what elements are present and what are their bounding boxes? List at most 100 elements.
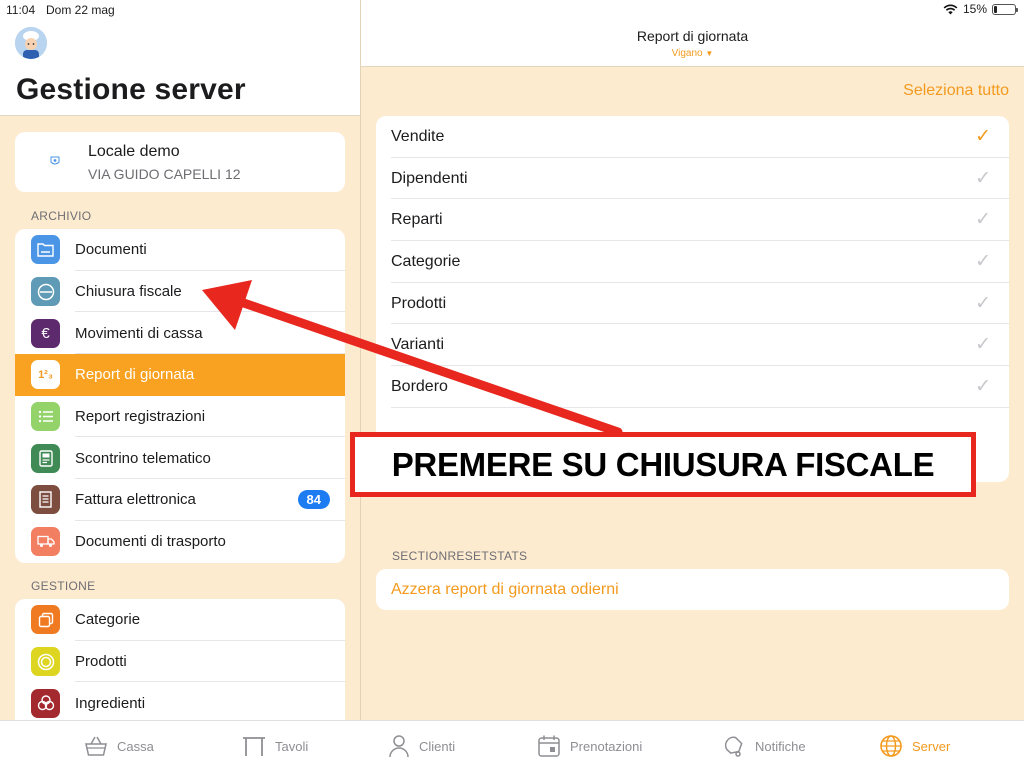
receipt-icon	[31, 443, 60, 473]
select-all-button[interactable]: Seleziona tutto	[903, 82, 1009, 100]
tab-label: Tavoli	[275, 738, 309, 754]
report-row-reparti[interactable]: Reparti ✓	[376, 199, 1009, 242]
invoice-icon	[31, 485, 60, 515]
sidebar-item-prodotti[interactable]: Prodotti	[15, 641, 345, 683]
sidebar-item-scontrino-telematico[interactable]: Scontrino telematico	[15, 437, 345, 480]
sidebar-item-label: Documenti di trasporto	[75, 533, 226, 551]
report-label: Reparti	[391, 211, 443, 229]
sidebar-item-label: Ingredienti	[75, 694, 146, 712]
list-icon	[31, 402, 60, 432]
venue-logo-icon	[50, 156, 60, 165]
report-label: Prodotti	[391, 294, 447, 312]
sidebar-item-label: Movimenti di cassa	[75, 324, 203, 342]
sidebar-item-label: Scontrino telematico	[75, 449, 211, 467]
basket-icon	[85, 736, 107, 756]
tab-label: Prenotazioni	[570, 738, 643, 754]
report-row-bordero[interactable]: Bordero ✓	[376, 366, 1009, 408]
tab-cassa[interactable]: Cassa	[84, 733, 154, 759]
bell-icon	[724, 736, 743, 757]
status-time: 11:04	[6, 3, 36, 17]
truck-icon	[31, 527, 60, 557]
sidebar-item-label: Report registrazioni	[75, 408, 206, 426]
venue-address: VIA GUIDO CAPELLI 12	[88, 166, 241, 182]
globe-icon	[880, 735, 902, 757]
status-right: 15%	[943, 2, 1018, 16]
report-label: Dipendenti	[391, 169, 468, 187]
nav-title: Report di giornata	[636, 28, 749, 44]
chef-avatar-icon	[15, 27, 47, 59]
caret-down-icon: ▼	[705, 49, 714, 58]
report-label: Bordero	[391, 378, 448, 396]
tab-prenotazioni[interactable]: Prenotazioni	[537, 733, 642, 759]
numbers-icon: 1²₃	[31, 360, 60, 390]
tab-label: Cassa	[117, 738, 154, 754]
euro-icon: €	[31, 318, 60, 348]
checkmark-icon: ✓	[975, 126, 991, 147]
report-row-categorie[interactable]: Categorie ✓	[376, 241, 1009, 283]
reset-report-label: Azzera report di giornata odierni	[391, 581, 619, 598]
avatar[interactable]	[15, 27, 47, 59]
battery-percent: 15%	[962, 2, 987, 16]
page-title: Gestione server	[16, 73, 246, 106]
reset-report-button[interactable]: Azzera report di giornata odierni	[376, 569, 1009, 610]
archive-list: Documenti Chiusura fiscale € Movimenti d…	[15, 229, 345, 563]
sidebar-item-movimenti-di-cassa[interactable]: € Movimenti di cassa	[15, 312, 345, 355]
sidebar-item-fattura-elettronica[interactable]: Fattura elettronica 84	[15, 479, 345, 521]
detail-pane: Report di giornata Vigano ▼ Seleziona tu…	[361, 0, 1024, 720]
checkmark-icon: ✓	[975, 376, 991, 398]
sidebar-item-label: Chiusura fiscale	[75, 283, 182, 301]
sidebar-item-ingredienti[interactable]: Ingredienti	[15, 682, 345, 720]
venue-card[interactable]: Locale demo VIA GUIDO CAPELLI 12	[15, 132, 345, 192]
location-name: Vigano	[671, 48, 703, 59]
reset-section-label: SECTIONRESETSTATS	[392, 549, 528, 563]
folder-icon	[31, 235, 60, 265]
battery-icon	[992, 3, 1018, 15]
tab-notifiche[interactable]: Notifiche	[722, 733, 806, 759]
tab-label: Server	[912, 738, 951, 754]
sidebar-item-report-di-giornata[interactable]: 1²₃ Report di giornata	[15, 354, 345, 396]
tab-label: Notifiche	[755, 738, 806, 754]
annotation-text: PREMERE SU CHIUSURA FISCALE	[391, 445, 935, 483]
product-ring-icon	[31, 647, 60, 677]
report-row-prodotti[interactable]: Prodotti ✓	[376, 283, 1009, 325]
tab-label: Clienti	[419, 738, 456, 754]
wifi-icon	[943, 4, 958, 14]
report-label: Vendite	[391, 128, 445, 145]
sidebar-item-categorie[interactable]: Categorie	[15, 599, 345, 641]
ingredients-icon	[31, 688, 60, 718]
checkmark-icon: ✓	[975, 251, 991, 273]
sidebar-item-label: Categorie	[75, 611, 141, 629]
manage-list: Categorie Prodotti Ingredienti	[15, 599, 345, 720]
checkmark-icon: ✓	[975, 334, 991, 356]
status-bar: 11:04 Dom 22 mag 15%	[0, 0, 1024, 20]
sidebar-item-label: Prodotti	[75, 653, 127, 671]
tab-clienti[interactable]: Clienti	[388, 733, 455, 759]
person-icon	[389, 735, 409, 758]
tab-server[interactable]: Server	[879, 733, 950, 759]
annotation-callout: PREMERE SU CHIUSURA FISCALE	[350, 432, 976, 497]
report-label: Categorie	[391, 253, 461, 271]
table-icon	[243, 737, 265, 756]
count-badge: 84	[297, 490, 330, 510]
report-row-varianti[interactable]: Varianti ✓	[376, 324, 1009, 367]
location-selector[interactable]: Vigano ▼	[361, 48, 1024, 59]
checkmark-icon: ✓	[975, 292, 991, 314]
sidebar-item-documenti-di-trasporto[interactable]: Documenti di trasporto	[15, 521, 345, 563]
sidebar-item-documenti[interactable]: Documenti	[15, 229, 345, 271]
status-date: Dom 22 mag	[46, 3, 115, 17]
report-label: Varianti	[391, 336, 445, 354]
sidebar-item-report-registrazioni[interactable]: Report registrazioni	[15, 396, 345, 438]
sidebar-item-label: Fattura elettronica	[75, 491, 196, 509]
section-archive-label: ARCHIVIO	[31, 209, 92, 223]
tab-bar: Cassa Tavoli Clienti Prenotazioni Notifi…	[0, 720, 1024, 768]
sidebar: Gestione server Locale demo VIA GUIDO CA…	[0, 0, 361, 720]
section-manage-label: GESTIONE	[31, 579, 96, 593]
tab-tavoli[interactable]: Tavoli	[242, 733, 308, 759]
calendar-icon	[538, 735, 560, 757]
report-row-vendite[interactable]: Vendite ✓	[376, 116, 1009, 158]
sidebar-item-label: Documenti	[75, 241, 147, 259]
categories-icon	[31, 605, 60, 635]
sidebar-item-chiusura-fiscale[interactable]: Chiusura fiscale	[15, 271, 345, 313]
report-list: Vendite ✓ Dipendenti ✓ Reparti ✓ Categor…	[376, 116, 1009, 482]
report-row-dipendenti[interactable]: Dipendenti ✓	[376, 158, 1009, 200]
